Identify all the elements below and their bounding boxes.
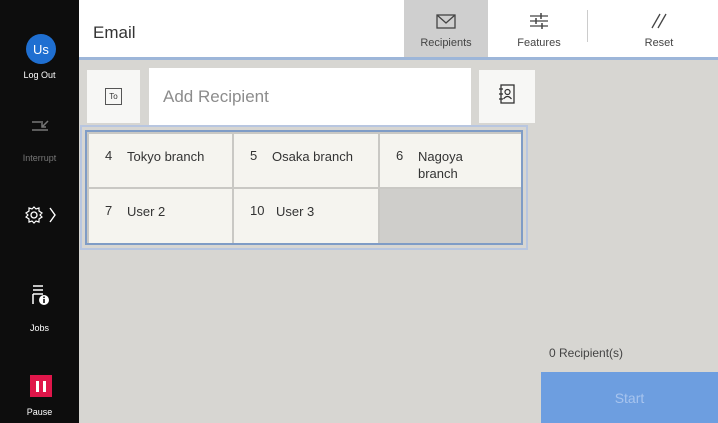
tab-recipients[interactable]: Recipients <box>404 0 488 60</box>
to-label: To <box>105 88 122 105</box>
right-panel <box>541 60 718 423</box>
speed-dial-item[interactable]: 5 Osaka branch <box>234 134 378 187</box>
page-title: Email <box>93 23 136 42</box>
speed-dial-grid-inner: 4 Tokyo branch 5 Osaka branch 6 Nagoya b… <box>85 130 523 245</box>
tab-reset-label: Reset <box>644 37 674 49</box>
interrupt-label[interactable]: Interrupt <box>0 153 79 163</box>
user-avatar[interactable]: Us <box>26 34 56 64</box>
pause-label[interactable]: Pause <box>0 407 79 417</box>
address-book-button[interactable] <box>479 70 535 123</box>
envelope-icon <box>436 10 456 32</box>
speed-dial-number: 10 <box>250 203 265 218</box>
left-sidebar: Us Log Out Interrupt Jobs Pause <box>0 0 79 423</box>
logout-label[interactable]: Log Out <box>0 70 79 80</box>
start-button[interactable]: Start <box>541 372 718 423</box>
speed-dial-number: 6 <box>396 148 404 163</box>
speed-dial-grid: 4 Tokyo branch 5 Osaka branch 6 Nagoya b… <box>80 125 528 250</box>
speed-dial-item[interactable]: 4 Tokyo branch <box>89 134 232 187</box>
recipient-count: 0 Recipient(s) <box>549 346 624 360</box>
jobs-label[interactable]: Jobs <box>0 323 79 333</box>
pause-button[interactable] <box>30 375 52 397</box>
speed-dial-name: User 2 <box>127 204 166 219</box>
reset-slash-icon <box>649 10 669 32</box>
settings-gear-icon[interactable] <box>0 203 79 227</box>
tab-features-label: Features <box>517 37 561 49</box>
speed-dial-number: 7 <box>105 203 113 218</box>
jobs-icon[interactable] <box>0 283 79 307</box>
address-book-icon <box>498 84 516 109</box>
speed-dial-name: User 3 <box>276 204 315 219</box>
speed-dial-item[interactable]: 7 User 2 <box>89 189 232 243</box>
sliders-icon <box>528 10 550 32</box>
interrupt-icon[interactable] <box>0 118 79 134</box>
speed-dial-name: Tokyo branch <box>127 149 205 164</box>
speed-dial-name: Nagoya branch <box>418 149 463 181</box>
speed-dial-number: 4 <box>105 148 113 163</box>
speed-dial-name: Osaka branch <box>272 149 353 164</box>
speed-dial-empty-slot <box>380 189 521 243</box>
top-header: Email Recipients Features Reset <box>79 0 718 60</box>
tab-features[interactable]: Features <box>497 0 581 60</box>
speed-dial-item[interactable]: 10 User 3 <box>234 189 378 243</box>
header-divider <box>587 10 588 42</box>
tab-reset[interactable]: Reset <box>617 0 701 60</box>
to-button[interactable]: To <box>87 70 140 123</box>
speed-dial-number: 5 <box>250 148 258 163</box>
add-recipient-input[interactable] <box>149 68 471 125</box>
tab-recipients-label: Recipients <box>420 37 472 49</box>
speed-dial-item[interactable]: 6 Nagoya branch <box>380 134 521 187</box>
